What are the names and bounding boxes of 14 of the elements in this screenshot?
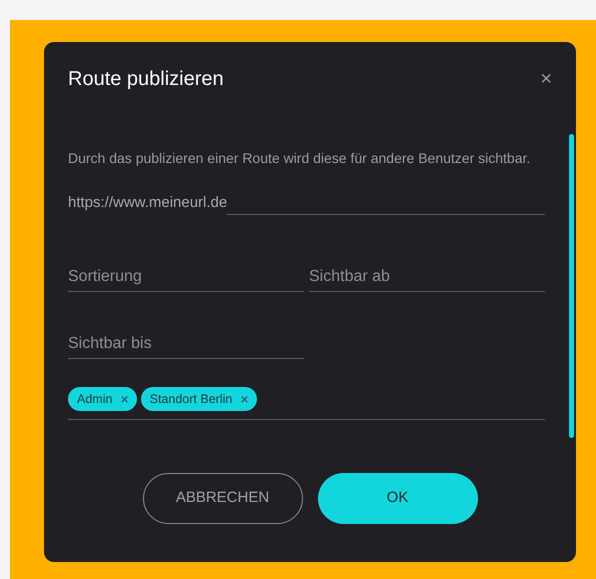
- cancel-button[interactable]: ABBRECHEN: [142, 473, 302, 524]
- ok-button[interactable]: OK: [318, 473, 478, 524]
- remove-tag-button[interactable]: ×: [120, 392, 129, 406]
- tag-label: Admin: [77, 390, 112, 408]
- scrollbar-thumb[interactable]: [569, 134, 574, 438]
- input-field[interactable]: Sortierung: [68, 264, 304, 292]
- dialog-title: Route publizieren: [68, 67, 224, 92]
- description-text: Durch das publizieren einer Route wird diese für andere Benutzer sichtbar.: [68, 149, 532, 168]
- input-field[interactable]: Sichtbar bis: [68, 332, 304, 358]
- input-field[interactable]: Sichtbar ab: [309, 264, 545, 292]
- close-button[interactable]: ×: [540, 69, 552, 89]
- url-prefix: https://www.meineurl.de: [68, 193, 228, 213]
- remove-tag-button[interactable]: ×: [240, 392, 248, 406]
- tag-label: Standort Berlin: [150, 390, 232, 408]
